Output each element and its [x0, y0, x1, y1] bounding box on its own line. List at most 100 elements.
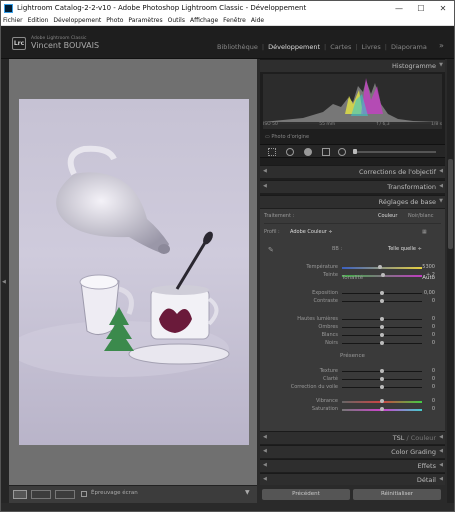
- eyedropper-icon[interactable]: ✎: [268, 246, 274, 254]
- tsl-label[interactable]: TSL: [393, 434, 405, 442]
- module-livres[interactable]: Livres: [362, 43, 381, 51]
- more-modules-icon[interactable]: »: [439, 41, 444, 50]
- slider-value[interactable]: 0: [432, 376, 435, 382]
- compare-mode-icon[interactable]: [55, 490, 75, 499]
- slider-track[interactable]: [342, 265, 422, 269]
- slider-value[interactable]: 0: [432, 406, 435, 412]
- scrollbar-thumb[interactable]: [448, 159, 453, 249]
- slider-value[interactable]: 0: [432, 332, 435, 338]
- before-after-icon[interactable]: [31, 490, 51, 499]
- module-diaporama[interactable]: Diaporama: [391, 43, 427, 51]
- slider-thumb[interactable]: [380, 341, 384, 345]
- menu-parametres[interactable]: Paramètres: [128, 17, 162, 24]
- histogram[interactable]: [263, 74, 442, 129]
- slider-thumb[interactable]: [380, 333, 384, 337]
- photo-preview[interactable]: [9, 99, 249, 445]
- masking-tool-icon[interactable]: [322, 148, 330, 156]
- slider-track[interactable]: [342, 377, 422, 381]
- soft-proof-checkbox[interactable]: [81, 491, 87, 497]
- slider-track[interactable]: [342, 317, 422, 321]
- basic-header[interactable]: Réglages de base ▼: [260, 195, 445, 208]
- menu-affichage[interactable]: Affichage: [190, 17, 218, 24]
- user-name: Vincent BOUVAIS: [31, 41, 100, 50]
- toolbar-menu-icon[interactable]: ▼: [245, 489, 250, 496]
- menu-photo[interactable]: Photo: [106, 17, 123, 24]
- profile-browser-icon[interactable]: ▦: [422, 229, 427, 235]
- module-cartes[interactable]: Cartes: [330, 43, 351, 51]
- lens-corrections-header[interactable]: ◀ Corrections de l'objectif ◀: [260, 165, 445, 178]
- slider-value[interactable]: 0: [432, 384, 435, 390]
- treatment-bw[interactable]: Noir/blanc: [408, 213, 433, 219]
- slider-value[interactable]: 0,00: [424, 290, 435, 296]
- slider-thumb[interactable]: [380, 407, 384, 411]
- panel-toggle-icon[interactable]: ◀: [263, 183, 267, 189]
- color-label[interactable]: / Couleur: [407, 434, 437, 442]
- healing-tool-icon[interactable]: [286, 148, 294, 156]
- menu-developpement[interactable]: Développement: [53, 17, 101, 24]
- slider-thumb[interactable]: [380, 385, 384, 389]
- slider-value[interactable]: 5300: [422, 264, 435, 270]
- slider-track[interactable]: [342, 385, 422, 389]
- expand-left-icon[interactable]: ◀: [2, 279, 6, 285]
- slider-track[interactable]: [342, 333, 422, 337]
- slider-value[interactable]: 0: [432, 368, 435, 374]
- histogram-title: Histogramme: [391, 62, 436, 70]
- wb-select[interactable]: Telle quelle ÷: [388, 246, 422, 252]
- panel-toggle-icon[interactable]: ◀: [263, 168, 267, 174]
- color-grading-header[interactable]: ◀ Color Grading ◀: [260, 445, 445, 458]
- slider-value[interactable]: 0: [432, 316, 435, 322]
- profile-select[interactable]: Adobe Couleur ÷: [290, 229, 333, 235]
- tool-slider-thumb[interactable]: [353, 149, 357, 154]
- menu-fichier[interactable]: Fichier: [3, 17, 23, 24]
- slider-value[interactable]: 0: [432, 340, 435, 346]
- tool-slider[interactable]: [353, 149, 436, 154]
- menu-edition[interactable]: Edition: [28, 17, 49, 24]
- transform-header[interactable]: ◀ Transformation ◀: [260, 180, 445, 193]
- crop-tool-icon[interactable]: [268, 148, 276, 156]
- menu-aide[interactable]: Aide: [251, 17, 264, 24]
- detail-header[interactable]: ◀ Détail ◀: [260, 473, 445, 485]
- close-button[interactable]: ✕: [432, 4, 454, 13]
- effects-header[interactable]: ◀ Effets ◀: [260, 459, 445, 472]
- slider-track[interactable]: [342, 299, 422, 303]
- slider-value[interactable]: 0: [432, 398, 435, 404]
- menu-outils[interactable]: Outils: [168, 17, 185, 24]
- left-panel-collapsed[interactable]: ◀: [1, 59, 9, 503]
- slider-thumb[interactable]: [378, 265, 383, 269]
- tsl-header[interactable]: ◀ TSL / Couleur ◀: [260, 431, 445, 444]
- slider-track[interactable]: [342, 291, 422, 295]
- slider-thumb[interactable]: [380, 291, 384, 295]
- panel-scrollbar[interactable]: [447, 59, 454, 503]
- slider-track[interactable]: [342, 325, 422, 329]
- slider-track[interactable]: [342, 399, 422, 403]
- minimize-button[interactable]: —: [388, 4, 410, 13]
- slider-thumb[interactable]: [380, 299, 384, 303]
- red-eye-tool-icon[interactable]: [304, 148, 312, 156]
- panel-toggle-icon[interactable]: ◀: [263, 462, 267, 468]
- slider-value[interactable]: 0: [432, 324, 435, 330]
- radial-tool-icon[interactable]: [338, 148, 346, 156]
- slider-thumb[interactable]: [380, 325, 384, 329]
- slider-thumb[interactable]: [380, 377, 384, 381]
- histogram-header[interactable]: Histogramme ▼: [260, 59, 445, 72]
- slider-thumb[interactable]: [380, 317, 384, 321]
- exif-aperture: f / 6,3: [376, 122, 390, 127]
- slider-track[interactable]: [342, 407, 422, 411]
- reset-button[interactable]: Réinitialiser: [353, 489, 441, 500]
- slider-value[interactable]: 0: [432, 298, 435, 304]
- module-developpement[interactable]: Développement: [268, 43, 320, 51]
- slider-thumb[interactable]: [380, 369, 384, 373]
- maximize-button[interactable]: ☐: [410, 4, 432, 13]
- loupe-view-icon[interactable]: [13, 490, 27, 499]
- slider-track[interactable]: [342, 341, 422, 345]
- menu-fenetre[interactable]: Fenêtre: [223, 17, 246, 24]
- panel-toggle-icon[interactable]: ◀: [263, 448, 267, 454]
- slider-track[interactable]: [342, 369, 422, 373]
- module-bibliotheque[interactable]: Bibliothèque: [217, 43, 258, 51]
- panel-toggle-icon[interactable]: ◀: [263, 434, 267, 440]
- previous-button[interactable]: Précédent: [262, 489, 350, 500]
- slider-thumb[interactable]: [380, 399, 384, 403]
- auto-button[interactable]: Auto: [422, 275, 435, 281]
- treatment-color[interactable]: Couleur: [378, 213, 397, 219]
- panel-toggle-icon[interactable]: ◀: [263, 476, 267, 482]
